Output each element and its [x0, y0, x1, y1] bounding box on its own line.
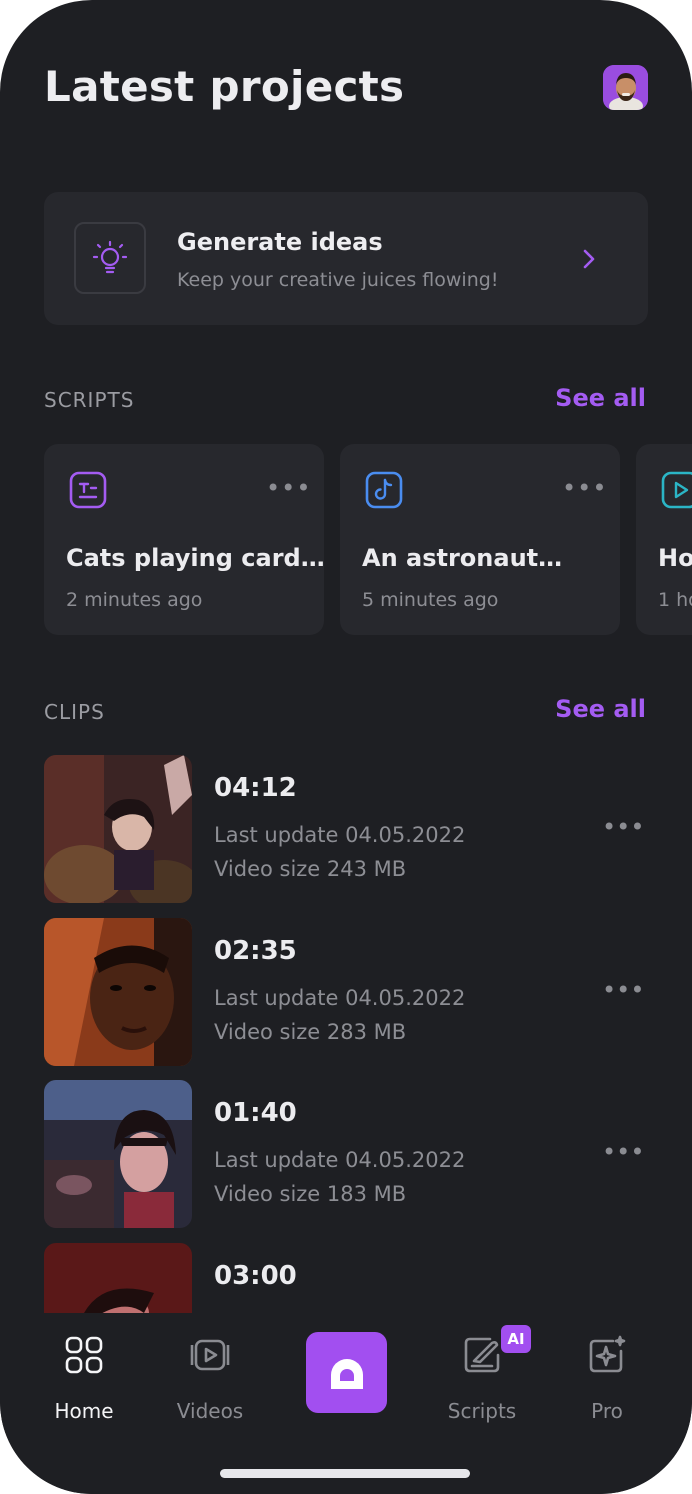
tab-videos-label: Videos — [176, 1399, 244, 1423]
tab-scripts-label: Scripts — [447, 1399, 517, 1423]
more-options-icon[interactable]: ••• — [562, 474, 607, 502]
clip-thumbnail — [44, 755, 192, 903]
generate-ideas-card[interactable]: Generate ideas Keep your creative juices… — [44, 192, 648, 325]
home-indicator — [220, 1469, 470, 1478]
app-screen: Latest projects Generate ideas Keep your… — [0, 0, 692, 1494]
script-time: 5 minutes ago — [362, 589, 499, 611]
avatar-photo — [603, 65, 648, 110]
clip-duration: 02:35 — [214, 936, 297, 966]
clip-duration: 01:40 — [214, 1098, 297, 1128]
clips-section-label: CLIPS — [44, 700, 105, 724]
more-options-icon[interactable]: ••• — [602, 813, 644, 841]
create-button[interactable] — [306, 1332, 387, 1413]
more-options-icon[interactable]: ••• — [602, 1138, 644, 1166]
tab-pro-label: Pro — [591, 1399, 623, 1423]
text-doc-icon — [69, 471, 107, 509]
play-icon — [661, 471, 692, 509]
clip-duration: 03:00 — [214, 1261, 297, 1291]
ai-badge: AI — [501, 1325, 531, 1353]
video-icon — [190, 1339, 230, 1371]
script-time: 2 minutes ago — [66, 589, 203, 611]
chevron-right-icon — [583, 249, 595, 269]
ideas-title: Generate ideas — [177, 228, 383, 256]
clip-row[interactable]: 02:35 Last update 04.05.2022 Video size … — [44, 918, 648, 1066]
clip-size: Video size 183 MB — [214, 1182, 407, 1206]
clip-updated: Last update 04.05.2022 — [214, 1148, 466, 1172]
clip-thumbnail — [44, 918, 192, 1066]
script-card[interactable]: ••• An astronaut… 5 minutes ago — [340, 444, 620, 635]
clip-row[interactable]: 04:12 Last update 04.05.2022 Video size … — [44, 755, 648, 903]
clip-size: Video size 243 MB — [214, 857, 407, 881]
clip-thumbnail — [44, 1080, 192, 1228]
scripts-pen-icon — [464, 1337, 500, 1373]
script-name: Cats playing card… — [66, 544, 325, 572]
sparkle-icon — [589, 1335, 626, 1373]
clip-updated: Last update 04.05.2022 — [214, 986, 466, 1010]
more-options-icon[interactable]: ••• — [602, 976, 644, 1004]
scripts-section-label: SCRIPTS — [44, 388, 135, 412]
lightbulb-icon — [92, 240, 128, 274]
script-card[interactable]: Ho 1 ho — [636, 444, 692, 635]
page-title: Latest projects — [44, 62, 405, 111]
bottom-tab-bar: Home Videos Scripts AI Pro — [0, 1313, 692, 1494]
clip-duration: 04:12 — [214, 773, 297, 803]
clips-see-all-link[interactable]: See all — [555, 695, 646, 723]
script-card[interactable]: ••• Cats playing card… 2 minutes ago — [44, 444, 325, 635]
clip-updated: Last update 04.05.2022 — [214, 823, 466, 847]
ideas-subtitle: Keep your creative juices flowing! — [177, 269, 499, 291]
clip-row[interactable]: 01:40 Last update 04.05.2022 Video size … — [44, 1080, 648, 1228]
clip-size: Video size 283 MB — [214, 1020, 407, 1044]
home-grid-icon — [65, 1336, 103, 1374]
script-time: 1 ho — [658, 589, 692, 611]
app-logo-icon — [330, 1358, 363, 1389]
script-name: An astronaut… — [362, 544, 563, 572]
more-options-icon[interactable]: ••• — [266, 474, 311, 502]
scripts-see-all-link[interactable]: See all — [555, 384, 646, 412]
tab-home-label: Home — [54, 1399, 114, 1423]
tiktok-icon — [365, 471, 403, 509]
ideas-icon-box — [74, 222, 146, 294]
user-avatar[interactable] — [603, 65, 648, 110]
script-name: Ho — [658, 544, 692, 572]
